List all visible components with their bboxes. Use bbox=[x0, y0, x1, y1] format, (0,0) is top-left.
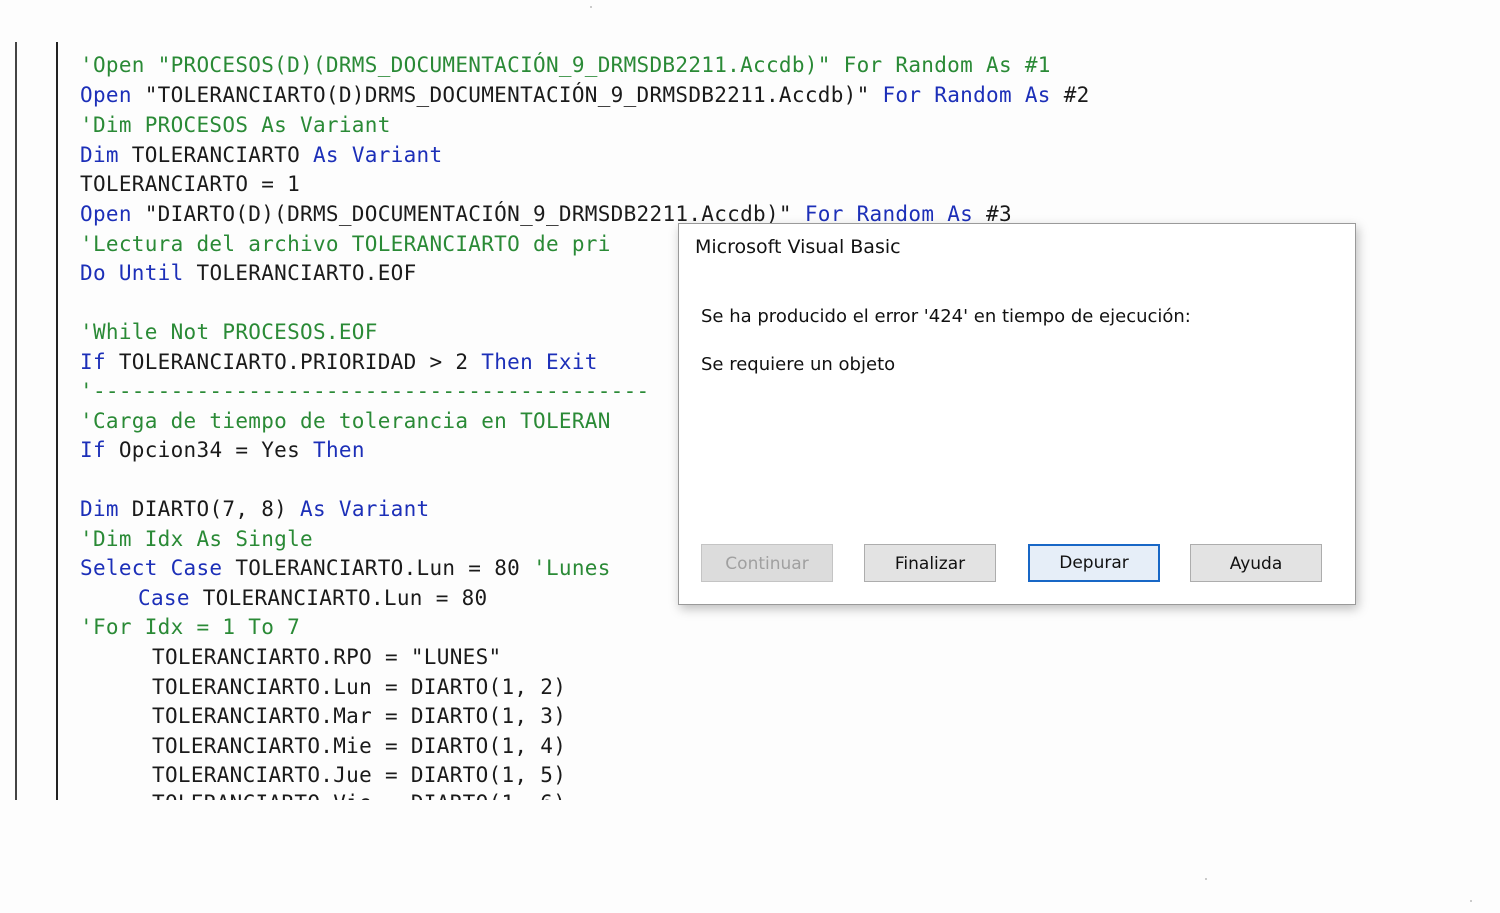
code-line[interactable]: TOLERANCIARTO.RPO = "LUNES" bbox=[152, 642, 501, 672]
code-line[interactable]: Do Until TOLERANCIARTO.EOF bbox=[80, 258, 417, 288]
end-button[interactable]: Finalizar bbox=[864, 544, 996, 582]
code-line[interactable]: '---------------------------------------… bbox=[80, 376, 650, 406]
debug-button[interactable]: Depurar bbox=[1028, 544, 1160, 582]
editor-margin-indicator-bar bbox=[56, 42, 58, 800]
code-keyword: Open bbox=[80, 202, 145, 226]
code-comment: 'While Not PROCESOS.EOF bbox=[80, 320, 378, 344]
scan-speck bbox=[590, 6, 592, 8]
code-line[interactable]: Case TOLERANCIARTO.Lun = 80 bbox=[138, 583, 487, 613]
code-keyword: As Variant bbox=[300, 497, 430, 521]
code-line[interactable]: 'For Idx = 1 To 7 bbox=[80, 612, 300, 642]
code-line[interactable]: TOLERANCIARTO.Lun = DIARTO(1, 2) bbox=[152, 672, 566, 702]
code-line[interactable]: TOLERANCIARTO.Jue = DIARTO(1, 5) bbox=[152, 760, 566, 790]
code-keyword: Then Exit bbox=[481, 350, 598, 374]
code-line[interactable]: Open "TOLERANCIARTO(D)DRMS_DOCUMENTACIÓN… bbox=[80, 80, 1090, 110]
code-text: TOLERANCIARTO.PRIORIDAD > 2 bbox=[118, 350, 482, 374]
code-comment: 'Dim Idx As Single bbox=[80, 527, 313, 551]
code-line[interactable]: 'Dim Idx As Single bbox=[80, 524, 313, 554]
code-comment: 'Dim PROCESOS As Variant bbox=[80, 113, 391, 137]
code-line[interactable]: 'While Not PROCESOS.EOF bbox=[80, 317, 378, 347]
error-detail: Se requiere un objeto bbox=[701, 354, 896, 375]
code-text: TOLERANCIARTO.Mie = DIARTO(1, 4) bbox=[152, 734, 567, 758]
code-line[interactable]: If TOLERANCIARTO.PRIORIDAD > 2 Then Exit bbox=[80, 347, 598, 377]
code-comment: 'For Idx = 1 To 7 bbox=[80, 615, 301, 639]
code-keyword: Dim bbox=[80, 497, 132, 521]
code-keyword: Case bbox=[138, 586, 203, 610]
code-text: DIARTO(7, 8) bbox=[131, 497, 301, 521]
code-line[interactable]: 'Carga de tiempo de tolerancia en TOLERA… bbox=[80, 406, 611, 436]
dialog-title: Microsoft Visual Basic bbox=[695, 236, 901, 258]
code-text: TOLERANCIARTO.Jue = DIARTO(1, 5) bbox=[152, 763, 567, 787]
scan-speck bbox=[1470, 900, 1472, 902]
code-keyword: Then bbox=[313, 438, 365, 462]
help-button[interactable]: Ayuda bbox=[1190, 544, 1322, 582]
code-keyword: For Random As bbox=[882, 83, 1064, 107]
code-comment: 'Lectura del archivo TOLERANCIARTO de pr… bbox=[80, 232, 611, 256]
code-line[interactable]: TOLERANCIARTO.Vie = DIARTO(1, 6) bbox=[152, 788, 566, 800]
code-line[interactable]: TOLERANCIARTO = 1 bbox=[80, 169, 300, 199]
code-line[interactable]: 'Lectura del archivo TOLERANCIARTO de pr… bbox=[80, 229, 611, 259]
code-text: TOLERANCIARTO = 1 bbox=[80, 172, 301, 196]
code-comment: 'Open "PROCESOS(D)(DRMS_DOCUMENTACIÓN_9_… bbox=[80, 53, 1051, 77]
error-dialog: Microsoft Visual Basic Se ha producido e… bbox=[678, 223, 1356, 605]
code-text: TOLERANCIARTO.Vie = DIARTO(1, 6) bbox=[152, 791, 566, 800]
code-line[interactable]: Select Case TOLERANCIARTO.Lun = 80 'Lune… bbox=[80, 553, 611, 583]
code-line[interactable]: TOLERANCIARTO.Mie = DIARTO(1, 4) bbox=[152, 731, 566, 761]
code-comment: 'Lunes bbox=[533, 556, 611, 580]
code-text: "TOLERANCIARTO(D)DRMS_DOCUMENTACIÓN_9_DR… bbox=[144, 83, 883, 107]
continue-button[interactable]: Continuar bbox=[701, 544, 833, 582]
code-keyword: Open bbox=[80, 83, 145, 107]
code-text: TOLERANCIARTO.Lun = 80 bbox=[202, 586, 488, 610]
code-keyword: If bbox=[80, 350, 119, 374]
code-keyword: Select Case bbox=[80, 556, 236, 580]
code-keyword: As Variant bbox=[312, 143, 443, 167]
code-text: #2 bbox=[1063, 83, 1090, 107]
code-text: TOLERANCIARTO.EOF bbox=[196, 261, 417, 285]
code-text: TOLERANCIARTO bbox=[131, 143, 313, 167]
code-line[interactable]: 'Open "PROCESOS(D)(DRMS_DOCUMENTACIÓN_9_… bbox=[80, 50, 1051, 80]
code-keyword: If bbox=[80, 438, 119, 462]
code-text: TOLERANCIARTO.Lun = DIARTO(1, 2) bbox=[152, 675, 567, 699]
code-keyword: Do Until bbox=[80, 261, 197, 285]
code-line[interactable]: Dim DIARTO(7, 8) As Variant bbox=[80, 494, 429, 524]
code-text: TOLERANCIARTO.RPO = "LUNES" bbox=[152, 645, 502, 669]
error-message: Se ha producido el error '424' en tiempo… bbox=[701, 306, 1191, 327]
code-line[interactable]: 'Dim PROCESOS As Variant bbox=[80, 110, 391, 140]
code-comment: 'Carga de tiempo de tolerancia en TOLERA… bbox=[80, 409, 611, 433]
code-text: TOLERANCIARTO.Mar = DIARTO(1, 3) bbox=[152, 704, 567, 728]
code-line[interactable]: If Opcion34 = Yes Then bbox=[80, 435, 365, 465]
code-keyword: Dim bbox=[80, 143, 132, 167]
code-line[interactable]: TOLERANCIARTO.Mar = DIARTO(1, 3) bbox=[152, 701, 566, 731]
code-text: TOLERANCIARTO.Lun = 80 bbox=[235, 556, 534, 580]
code-comment: '---------------------------------------… bbox=[80, 379, 650, 403]
screenshot-stage: 'Open "PROCESOS(D)(DRMS_DOCUMENTACIÓN_9_… bbox=[0, 0, 1500, 913]
code-text: Opcion34 = Yes bbox=[118, 438, 313, 462]
scan-speck bbox=[1205, 878, 1207, 880]
code-line[interactable]: Dim TOLERANCIARTO As Variant bbox=[80, 140, 442, 170]
editor-left-border bbox=[15, 42, 17, 800]
